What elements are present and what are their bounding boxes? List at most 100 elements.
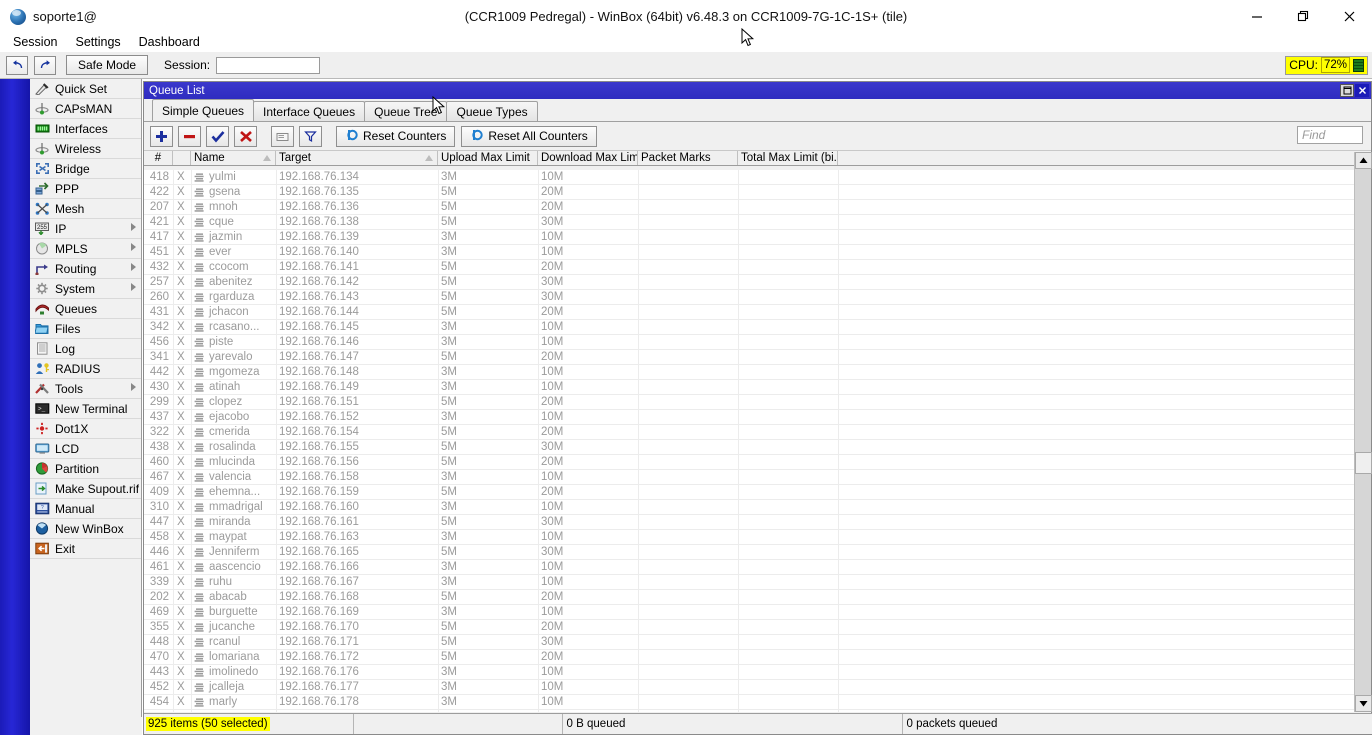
- table-row[interactable]: 447Xmiranda192.168.76.1615M30M: [144, 515, 1356, 530]
- sidebar-item-system[interactable]: System: [30, 279, 141, 299]
- table-row[interactable]: 207Xmnoh192.168.76.1365M20M: [144, 200, 1356, 215]
- sidebar-item-new-winbox[interactable]: New WinBox: [30, 519, 141, 539]
- table-row[interactable]: 310Xmmadrigal192.168.76.1603M10M: [144, 500, 1356, 515]
- column-header-download-max-limit[interactable]: Download Max Limit: [538, 151, 638, 165]
- table-row[interactable]: 355Xjucanche192.168.76.1705M20M: [144, 620, 1356, 635]
- table-row[interactable]: 438Xrosalinda192.168.76.1555M30M: [144, 440, 1356, 455]
- redo-button[interactable]: [34, 56, 56, 75]
- find-input[interactable]: Find: [1297, 126, 1363, 144]
- column-header-index[interactable]: #: [144, 151, 173, 165]
- minimize-button[interactable]: [1234, 0, 1280, 33]
- column-header-total-max-limit[interactable]: Total Max Limit (bi...: [738, 151, 838, 165]
- table-row[interactable]: 460Xmlucinda192.168.76.1565M20M: [144, 455, 1356, 470]
- menu-dashboard[interactable]: Dashboard: [130, 33, 209, 52]
- column-header-packet-marks[interactable]: Packet Marks: [638, 151, 738, 165]
- table-row[interactable]: 430Xatinah192.168.76.1493M10M: [144, 380, 1356, 395]
- enable-queue-button[interactable]: [206, 126, 229, 147]
- add-queue-button[interactable]: [150, 126, 173, 147]
- sidebar-item-new-terminal[interactable]: >_New Terminal: [30, 399, 141, 419]
- table-row[interactable]: 467Xvalencia192.168.76.1583M10M: [144, 470, 1356, 485]
- sidebar-item-queues[interactable]: Queues: [30, 299, 141, 319]
- table-row[interactable]: 260Xrgarduza192.168.76.1435M30M: [144, 290, 1356, 305]
- sidebar-item-mesh[interactable]: Mesh: [30, 199, 141, 219]
- sidebar-item-ip[interactable]: 255IP: [30, 219, 141, 239]
- sidebar-item-make-supout-rif[interactable]: Make Supout.rif: [30, 479, 141, 499]
- tab-queue-tree[interactable]: Queue Tree: [364, 101, 447, 121]
- table-row[interactable]: 454Xmarly192.168.76.1783M10M: [144, 695, 1356, 710]
- table-row[interactable]: 409Xehemna...192.168.76.1595M20M: [144, 485, 1356, 500]
- table-row[interactable]: 451Xever192.168.76.1403M10M: [144, 245, 1356, 260]
- reset-counters-button[interactable]: Reset Counters: [336, 126, 455, 147]
- queue-list-title-bar[interactable]: Queue List: [144, 82, 1371, 99]
- table-row[interactable]: 341Xyarevalo192.168.76.1475M20M: [144, 350, 1356, 365]
- table-row[interactable]: 469Xburguette192.168.76.1693M10M: [144, 605, 1356, 620]
- sidebar-item-lcd[interactable]: LCD: [30, 439, 141, 459]
- reset-all-counters-button[interactable]: Reset All Counters: [461, 126, 596, 147]
- tab-simple-queues[interactable]: Simple Queues: [152, 99, 254, 121]
- table-row[interactable]: 342Xrcasano...192.168.76.1453M10M: [144, 320, 1356, 335]
- sidebar-item-mpls[interactable]: MPLS: [30, 239, 141, 259]
- disable-queue-button[interactable]: [234, 126, 257, 147]
- table-row[interactable]: 446XJenniferm192.168.76.1655M30M: [144, 545, 1356, 560]
- sidebar-item-bridge[interactable]: Bridge: [30, 159, 141, 179]
- table-row[interactable]: 437Xejacobo192.168.76.1523M10M: [144, 410, 1356, 425]
- remove-queue-button[interactable]: [178, 126, 201, 147]
- sidebar-item-ppp[interactable]: PPP: [30, 179, 141, 199]
- comment-icon[interactable]: [271, 126, 294, 147]
- scroll-down-button[interactable]: [1355, 695, 1372, 712]
- undo-button[interactable]: [6, 56, 28, 75]
- table-row[interactable]: 432Xccocom192.168.76.1415M20M: [144, 260, 1356, 275]
- safe-mode-button[interactable]: Safe Mode: [66, 55, 148, 75]
- menu-session[interactable]: Session: [4, 33, 66, 52]
- scroll-up-button[interactable]: [1355, 152, 1372, 169]
- table-row[interactable]: 431Xjchacon192.168.76.1445M20M: [144, 305, 1356, 320]
- table-row[interactable]: 456Xpiste192.168.76.1463M10M: [144, 335, 1356, 350]
- queue-table-body[interactable]: 418Xyulmi192.168.76.1343M10M422Xgsena192…: [144, 170, 1356, 712]
- sidebar-item-dot1x[interactable]: Dot1X: [30, 419, 141, 439]
- table-row[interactable]: 417Xjazmin192.168.76.1393M10M: [144, 230, 1356, 245]
- sidebar-item-quick-set[interactable]: Quick Set: [30, 79, 141, 99]
- scrollbar-thumb[interactable]: [1355, 452, 1372, 474]
- table-row[interactable]: 470Xlomariana192.168.76.1725M20M: [144, 650, 1356, 665]
- sidebar-item-files[interactable]: Files: [30, 319, 141, 339]
- table-row[interactable]: 458Xmaypat192.168.76.1633M10M: [144, 530, 1356, 545]
- table-row[interactable]: 452Xjcalleja192.168.76.1773M10M: [144, 680, 1356, 695]
- sidebar-item-tools[interactable]: Tools: [30, 379, 141, 399]
- table-row[interactable]: 322Xcmerida192.168.76.1545M20M: [144, 425, 1356, 440]
- session-input[interactable]: [216, 57, 320, 74]
- sidebar-item-manual[interactable]: ?Manual: [30, 499, 141, 519]
- sidebar-item-routing[interactable]: Routing: [30, 259, 141, 279]
- queue-row-icon: [194, 413, 205, 422]
- table-row[interactable]: 421Xcque192.168.76.1385M30M: [144, 215, 1356, 230]
- table-row[interactable]: 461Xaascencio192.168.76.1663M10M: [144, 560, 1356, 575]
- sidebar-item-partition[interactable]: Partition: [30, 459, 141, 479]
- table-row[interactable]: 448Xrcanul192.168.76.1715M30M: [144, 635, 1356, 650]
- tab-interface-queues[interactable]: Interface Queues: [253, 101, 365, 121]
- table-row[interactable]: 202Xabacab192.168.76.1685M20M: [144, 590, 1356, 605]
- column-header-target[interactable]: Target: [276, 151, 438, 165]
- table-row[interactable]: 339Xruhu192.168.76.1673M10M: [144, 575, 1356, 590]
- table-vertical-scrollbar[interactable]: [1354, 152, 1371, 712]
- column-header-flags[interactable]: [173, 151, 191, 165]
- filter-icon[interactable]: [299, 126, 322, 147]
- table-row[interactable]: 418Xyulmi192.168.76.1343M10M: [144, 170, 1356, 185]
- table-row[interactable]: 422Xgsena192.168.76.1355M20M: [144, 185, 1356, 200]
- sidebar-item-interfaces[interactable]: Interfaces: [30, 119, 141, 139]
- table-row[interactable]: 257Xabenitez192.168.76.1425M30M: [144, 275, 1356, 290]
- sidebar-item-exit[interactable]: Exit: [30, 539, 141, 559]
- close-button[interactable]: [1326, 0, 1372, 33]
- menu-settings[interactable]: Settings: [66, 33, 129, 52]
- tab-queue-types[interactable]: Queue Types: [446, 101, 537, 121]
- table-row[interactable]: 443Ximolinedo192.168.76.1763M10M: [144, 665, 1356, 680]
- column-header-name[interactable]: Name: [191, 151, 276, 165]
- table-row[interactable]: 299Xclopez192.168.76.1515M20M: [144, 395, 1356, 410]
- sidebar-item-wireless[interactable]: Wireless: [30, 139, 141, 159]
- table-row[interactable]: 442Xmgomeza192.168.76.1483M10M: [144, 365, 1356, 380]
- sidebar-item-capsman[interactable]: CAPsMAN: [30, 99, 141, 119]
- column-header-upload-max-limit[interactable]: Upload Max Limit: [438, 151, 538, 165]
- sidebar-item-log[interactable]: Log: [30, 339, 141, 359]
- sidebar-item-radius[interactable]: RADIUS: [30, 359, 141, 379]
- queue-restore-button[interactable]: [1340, 84, 1354, 97]
- queue-close-button[interactable]: [1355, 84, 1369, 97]
- maximize-button[interactable]: [1280, 0, 1326, 33]
